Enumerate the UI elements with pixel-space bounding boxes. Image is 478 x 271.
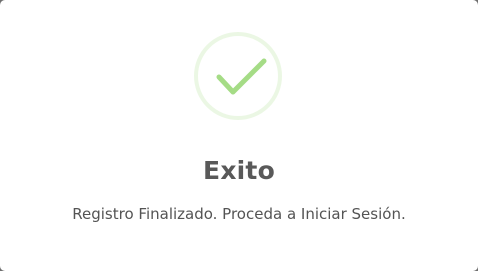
dialog-title: Exito (203, 156, 275, 185)
success-icon-ring (194, 32, 282, 120)
success-dialog: Exito Registro Finalizado. Proceda a Ini… (0, 0, 478, 271)
dialog-message: Registro Finalizado. Proceda a Iniciar S… (72, 205, 406, 223)
checkmark-icon (216, 58, 267, 95)
